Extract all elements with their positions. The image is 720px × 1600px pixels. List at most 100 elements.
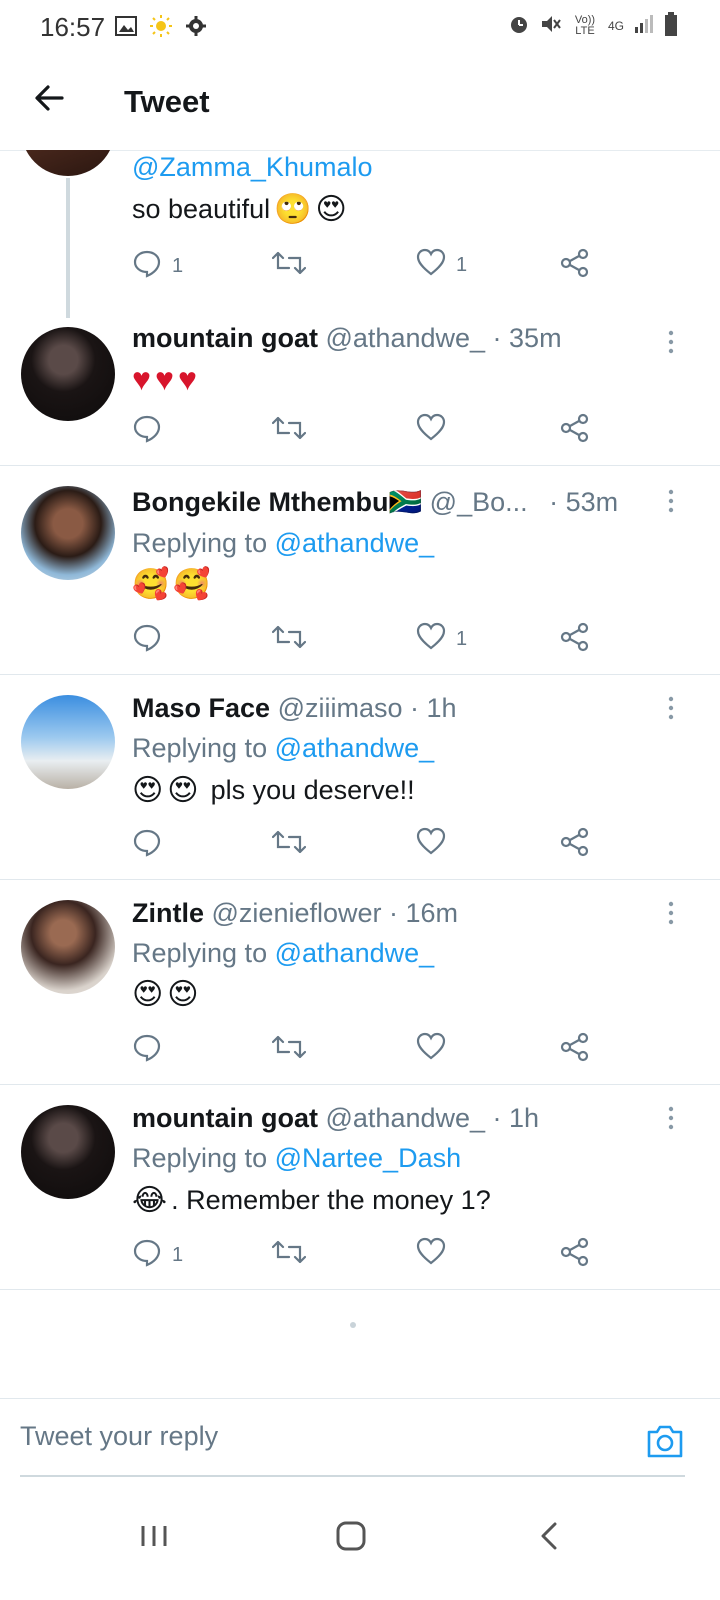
reply-button[interactable]: 1: [132, 248, 183, 284]
gear-icon: [185, 15, 207, 42]
author-name[interactable]: Maso Face: [132, 693, 270, 723]
like-button[interactable]: 1: [416, 248, 467, 282]
like-button[interactable]: [416, 413, 456, 447]
more-options-icon[interactable]: [666, 900, 676, 926]
retweet-button[interactable]: [271, 1237, 307, 1273]
page-title: Tweet: [124, 84, 210, 119]
tweet-item[interactable]: Bongekile Mthembu🇿🇦 @_Bo... · 53m Replyi…: [0, 466, 720, 675]
heart-icon: [416, 413, 446, 447]
reply-button[interactable]: [132, 622, 172, 658]
author-name[interactable]: mountain goat: [132, 1103, 318, 1133]
retweet-button[interactable]: [271, 413, 307, 449]
avatar[interactable]: [21, 1105, 115, 1199]
share-button[interactable]: [560, 248, 590, 284]
more-options-icon[interactable]: [666, 1105, 676, 1131]
mention-link[interactable]: @athandwe_: [275, 528, 435, 558]
like-button[interactable]: [416, 1032, 456, 1066]
replying-label: Replying to: [132, 528, 268, 558]
reply-bar: Tweet your reply: [0, 1398, 720, 1479]
like-button[interactable]: [416, 1237, 456, 1271]
author-handle[interactable]: @zienieflower: [212, 898, 382, 928]
replying-label: Replying to: [132, 938, 268, 968]
reply-button[interactable]: 1: [132, 1237, 183, 1273]
tweet-item[interactable]: Maso Face @ziiimaso · 1h Replying to @at…: [0, 675, 720, 880]
like-button[interactable]: [416, 827, 456, 861]
avatar[interactable]: [21, 900, 115, 994]
emoji: 🥰: [132, 568, 170, 601]
tweet-time: · 1h: [410, 693, 457, 723]
emoji: 😍: [132, 978, 164, 1011]
reply-button[interactable]: [132, 413, 172, 449]
tweet-item[interactable]: Zintle @zienieflower · 16m Replying to @…: [0, 880, 720, 1085]
avatar[interactable]: [21, 695, 115, 789]
comment-icon: [132, 1237, 162, 1273]
reply-input[interactable]: Tweet your reply: [20, 1421, 218, 1452]
system-nav-bar: [0, 1484, 720, 1600]
reply-button[interactable]: [132, 827, 172, 863]
volte-icon: Vo)) LTE: [574, 13, 596, 37]
retweet-button[interactable]: [271, 1032, 307, 1068]
author-name[interactable]: Zintle: [132, 898, 204, 928]
tweet-item[interactable]: @Zamma_Khumalo so beautiful 🙄 😍 1 1: [0, 150, 720, 318]
mention-link[interactable]: @athandwe_: [275, 938, 435, 968]
more-options-icon[interactable]: [666, 695, 676, 721]
author-name[interactable]: Bongekile Mthembu: [132, 487, 389, 517]
tweet-text: ♥ ♥ ♥: [132, 363, 197, 395]
home-icon[interactable]: [327, 1512, 375, 1560]
author-name[interactable]: mountain goat: [132, 323, 318, 353]
author-handle[interactable]: @ziiimaso: [278, 693, 403, 723]
tweet-item[interactable]: mountain goat @athandwe_ · 1h Replying t…: [0, 1085, 720, 1290]
comment-icon: [132, 413, 162, 449]
avatar[interactable]: [21, 486, 115, 580]
mute-icon: [540, 13, 562, 38]
tweet-actions: [132, 827, 602, 867]
back-nav-icon[interactable]: [526, 1512, 574, 1560]
author-handle[interactable]: @athandwe_: [326, 323, 486, 353]
retweet-icon: [271, 622, 307, 658]
more-options-icon[interactable]: [666, 329, 676, 355]
comment-icon: [132, 248, 162, 284]
tweet-actions: [132, 413, 602, 453]
share-button[interactable]: [560, 413, 590, 449]
share-button[interactable]: [560, 827, 590, 863]
back-arrow-icon[interactable]: [30, 78, 70, 118]
emoji: 😍: [167, 978, 199, 1011]
retweet-icon: [271, 413, 307, 449]
reply-underline: [20, 1475, 685, 1477]
tweet-text: 😂 . Remember the money 1?: [132, 1183, 491, 1217]
replying-label: Replying to: [132, 733, 268, 763]
reply-feed[interactable]: @Zamma_Khumalo so beautiful 🙄 😍 1 1 moun…: [0, 150, 720, 1400]
recent-apps-icon[interactable]: [130, 1512, 178, 1560]
avatar[interactable]: [21, 150, 115, 176]
sun-icon: [149, 14, 173, 43]
heart-icon: [416, 622, 446, 656]
author-handle[interactable]: @athandwe_: [326, 1103, 486, 1133]
retweet-icon: [271, 248, 307, 284]
retweet-button[interactable]: [271, 827, 307, 863]
share-button[interactable]: [560, 622, 590, 658]
tweet-actions: 1: [132, 622, 602, 662]
replying-label: Replying to: [132, 1143, 268, 1173]
like-button[interactable]: 1: [416, 622, 467, 656]
signal-icon: [634, 15, 654, 36]
share-icon: [560, 248, 590, 284]
avatar[interactable]: [21, 327, 115, 421]
like-count: 1: [456, 627, 468, 650]
tweet-time: · 16m: [389, 898, 459, 928]
share-button[interactable]: [560, 1237, 590, 1273]
more-options-icon[interactable]: [666, 488, 676, 514]
retweet-button[interactable]: [271, 248, 307, 284]
mention-link[interactable]: @athandwe_: [275, 733, 435, 763]
tweet-item[interactable]: mountain goat @athandwe_ · 35m ♥ ♥ ♥: [0, 303, 720, 466]
retweet-button[interactable]: [271, 622, 307, 658]
reply-count: 1: [172, 1243, 184, 1266]
mention-link[interactable]: @Nartee_Dash: [275, 1143, 462, 1173]
tweet-actions: [132, 1032, 602, 1072]
mention-link[interactable]: @Zamma_Khumalo: [132, 152, 373, 182]
author-handle[interactable]: @_Bo...: [430, 487, 528, 517]
camera-icon[interactable]: [646, 1423, 684, 1459]
tweet-text: 😍 😍 pls you deserve!!: [132, 773, 415, 807]
share-button[interactable]: [560, 1032, 590, 1068]
reply-button[interactable]: [132, 1032, 172, 1068]
tweet-text: 🥰 🥰: [132, 570, 211, 600]
